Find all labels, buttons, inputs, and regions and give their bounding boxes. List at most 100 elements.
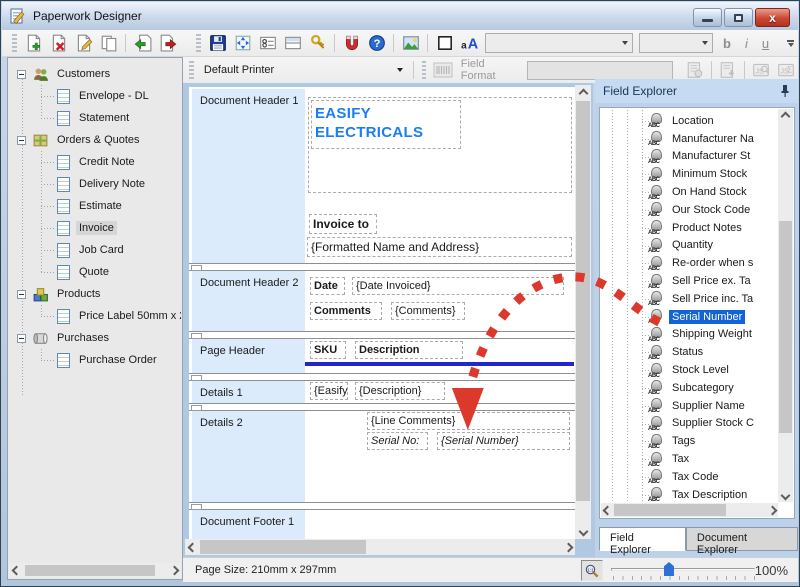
help-button[interactable]: ? [364, 31, 389, 55]
field-item-manufacturer-st[interactable]: ABCManufacturer St [600, 148, 777, 166]
sidebar-item-credit-note[interactable]: Credit Note [9, 151, 181, 173]
field-item-tax[interactable]: ABCTax [600, 450, 777, 468]
field-item-subcategory[interactable]: ABCSubcategory [600, 379, 777, 397]
field-item-tags[interactable]: ABCTags [600, 432, 777, 450]
insert-image-button[interactable] [398, 31, 423, 55]
section-layout-button[interactable] [280, 31, 305, 55]
insert-rectangle-button[interactable] [432, 31, 457, 55]
sidebar-item-invoice[interactable]: Invoice [9, 217, 181, 239]
canvas-vertical-scrollbar[interactable] [575, 85, 591, 539]
field-item-sell-price-inc-ta[interactable]: ABCSell Price inc. Ta [600, 290, 777, 308]
scroll-right-icon[interactable] [169, 565, 179, 575]
toolbar-grip[interactable] [189, 61, 194, 79]
header-rule-line[interactable] [305, 362, 574, 366]
scroll-right-icon[interactable] [563, 542, 573, 552]
sidebar-group-customers[interactable]: Customers [9, 63, 181, 85]
sku-header-label[interactable]: SKU [310, 341, 346, 359]
field-item-on-hand-stock[interactable]: ABCOn Hand Stock [600, 183, 777, 201]
field-list-vertical-scrollbar[interactable] [778, 109, 793, 502]
zoom-slider-track[interactable] [611, 568, 755, 571]
delete-document-button[interactable] [46, 31, 71, 55]
sidebar-group-products[interactable]: Products [9, 283, 181, 305]
font-size-combo[interactable] [639, 33, 713, 53]
scrollbar-thumb[interactable] [779, 221, 792, 433]
field-item-quantity[interactable]: ABCQuantity [600, 237, 777, 255]
field-item-stock-level[interactable]: ABCStock Level [600, 361, 777, 379]
sidebar-item-purchase-order[interactable]: Purchase Order [9, 349, 181, 371]
section-document-header-2[interactable]: Document Header 2 Date {Date Invoiced} C… [192, 271, 575, 331]
export-button[interactable] [155, 31, 180, 55]
expand-toggle-icon[interactable] [17, 290, 26, 299]
italic-button[interactable]: i [745, 36, 748, 51]
expand-toggle-icon[interactable] [17, 334, 26, 343]
maximize-button[interactable] [724, 8, 753, 27]
section-divider[interactable] [189, 331, 575, 339]
expand-toggle-icon[interactable] [17, 70, 26, 79]
serial-number-field[interactable]: {Serial Number} [437, 432, 570, 450]
toolbar-grip[interactable] [422, 61, 427, 79]
sidebar-group-purchases[interactable]: Purchases [9, 327, 181, 349]
key-button[interactable] [305, 31, 330, 55]
scroll-left-icon[interactable] [187, 542, 197, 552]
field-item-serial-number[interactable]: ABCSerial Number [600, 308, 777, 326]
section-divider[interactable] [189, 373, 575, 381]
field-item-supplier-stock-c[interactable]: ABCSupplier Stock C [600, 415, 777, 433]
toolbar-grip[interactable] [12, 34, 17, 52]
printer-select[interactable]: Default Printer [198, 64, 409, 76]
field-list-horizontal-scrollbar[interactable] [601, 503, 778, 517]
sidebar-item-estimate[interactable]: Estimate [9, 195, 181, 217]
sidebar-item-envelope-dl[interactable]: Envelope - DL [9, 85, 181, 107]
scroll-left-icon[interactable] [602, 505, 612, 515]
section-page-header[interactable]: Page Header SKU Description [192, 339, 575, 373]
tab-document-explorer[interactable]: Document Explorer [686, 527, 798, 551]
fit-page-button[interactable] [230, 31, 255, 55]
sidebar-item-price-label-50mm-x-2[interactable]: Price Label 50mm x 2 [9, 305, 181, 327]
sidebar-item-delivery-note[interactable]: Delivery Note [9, 173, 181, 195]
field-item-re-order-when-s[interactable]: ABCRe-order when s [600, 254, 777, 272]
sidebar-item-quote[interactable]: Quote [9, 261, 181, 283]
minimize-button[interactable] [693, 8, 722, 27]
field-item-tax-description[interactable]: ABCTax Description [600, 486, 777, 502]
section-document-footer-1[interactable]: Document Footer 1 [192, 510, 575, 542]
sidebar-item-job-card[interactable]: Job Card [9, 239, 181, 261]
section-document-header-1[interactable]: Document Header 1 EASIFYELECTRICALS Invo… [192, 89, 575, 263]
section-divider[interactable] [189, 502, 575, 510]
date-field[interactable]: {Date Invoiced} [352, 277, 564, 295]
scrollbar-thumb[interactable] [200, 540, 366, 554]
scrollbar-thumb[interactable] [576, 101, 590, 501]
tab-field-explorer[interactable]: Field Explorer [599, 527, 686, 551]
line-comments-field[interactable]: {Line Comments} [367, 412, 570, 430]
expand-toggle-icon[interactable] [17, 136, 26, 145]
section-divider[interactable] [189, 263, 575, 271]
import-button[interactable] [130, 31, 155, 55]
sku-field[interactable]: {Easify [310, 382, 348, 400]
new-document-button[interactable] [21, 31, 46, 55]
barcode-format-button[interactable] [430, 58, 454, 82]
serial-no-label[interactable]: Serial No: [367, 432, 428, 450]
scroll-down-icon[interactable] [578, 526, 588, 536]
description-field[interactable]: {Description} [355, 382, 445, 400]
field-item-product-notes[interactable]: ABCProduct Notes [600, 219, 777, 237]
magnet-button[interactable] [339, 31, 364, 55]
scroll-left-icon[interactable] [11, 565, 21, 575]
field-item-sell-price-ex-ta[interactable]: ABCSell Price ex. Ta [600, 272, 777, 290]
field-format-input[interactable] [527, 61, 673, 80]
scroll-right-icon[interactable] [767, 505, 777, 515]
field-item-our-stock-code[interactable]: ABCOur Stock Code [600, 201, 777, 219]
scroll-down-icon[interactable] [780, 490, 790, 500]
field-item-shipping-weight[interactable]: ABCShipping Weight [600, 326, 777, 344]
sidebar-item-statement[interactable]: Statement [9, 107, 181, 129]
section-divider[interactable] [189, 403, 575, 411]
toolbar-overflow-button[interactable] [787, 40, 794, 47]
tree-horizontal-scrollbar[interactable] [9, 563, 181, 578]
date-label[interactable]: Date [310, 277, 345, 295]
save-button[interactable] [205, 31, 230, 55]
scroll-up-icon[interactable] [578, 88, 588, 98]
section-details-1[interactable]: Details 1 {Easify {Description} [192, 381, 575, 403]
logo-text[interactable]: EASIFYELECTRICALS [311, 100, 461, 149]
sidebar-group-orders-quotes[interactable]: Orders & Quotes [9, 129, 181, 151]
canvas-horizontal-scrollbar[interactable] [185, 539, 575, 555]
field-item-minimum-stock[interactable]: ABCMinimum Stock [600, 165, 777, 183]
section-details-2[interactable]: Details 2 {Line Comments} Serial No: {Se… [192, 411, 575, 502]
description-header-label[interactable]: Description [355, 341, 463, 359]
